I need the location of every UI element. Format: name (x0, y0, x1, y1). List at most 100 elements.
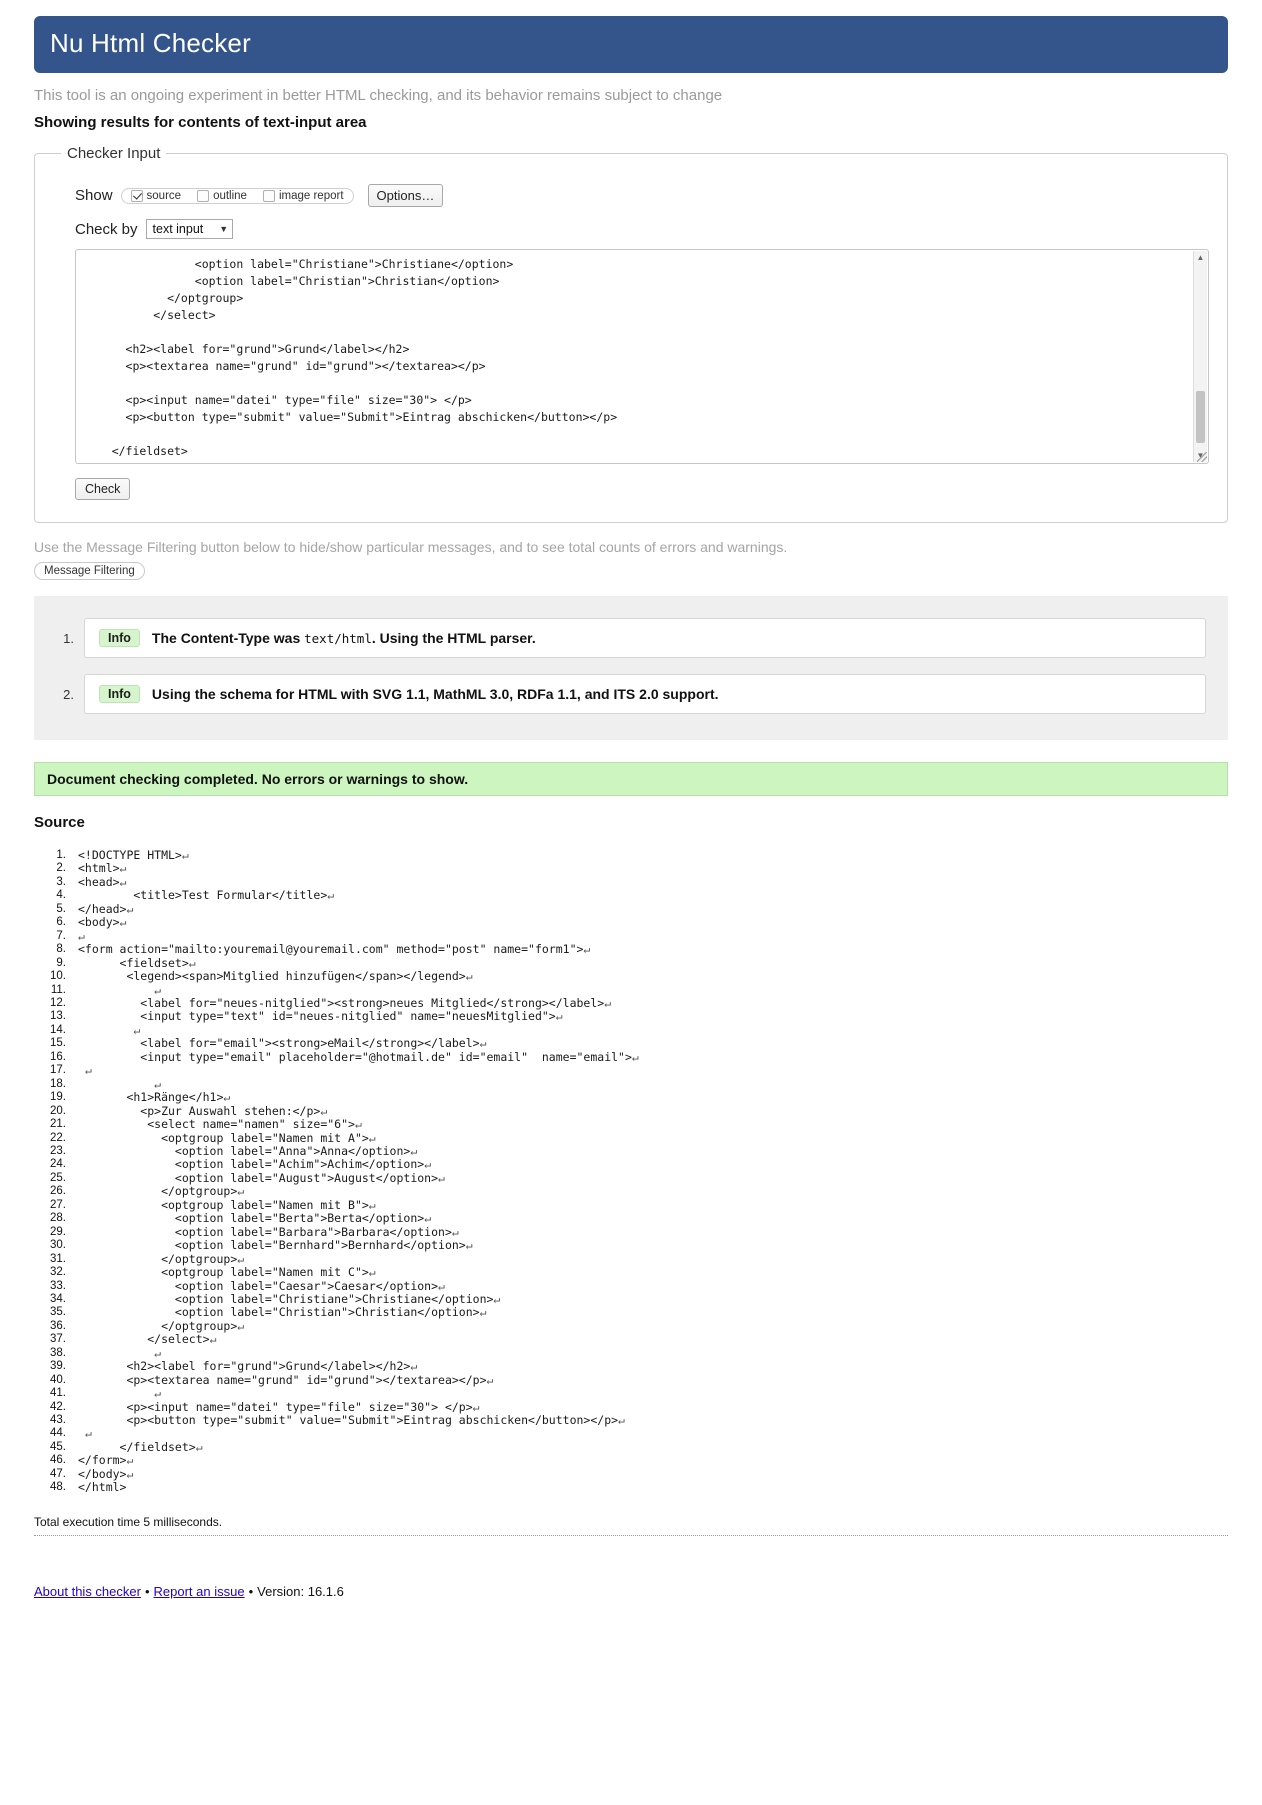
chevron-down-icon: ▼ (219, 224, 229, 234)
toggle-source[interactable]: source (130, 189, 181, 202)
source-line-number: 15. (50, 1037, 66, 1050)
carriage-return-icon: ↵ (119, 874, 127, 889)
source-line: 2. <html> ↵ (34, 861, 1228, 876)
checker-input-legend: Checker Input (67, 145, 161, 162)
source-line-number: 44. (50, 1427, 66, 1440)
message-box: Info Using the schema for HTML with SVG … (84, 674, 1206, 714)
source-textarea[interactable]: <option label="Christiane">Christiane</o… (76, 250, 1208, 463)
carriage-return-icon: ↵ (493, 1291, 501, 1306)
source-line-number: 27. (50, 1198, 66, 1211)
carriage-return-icon: ↵ (237, 1184, 245, 1199)
message-text: Using the schema for HTML with SVG 1.1, … (151, 686, 719, 702)
source-line-code: <p><input name="datei" type="file" size=… (78, 1399, 473, 1414)
completion-banner: Document checking completed. No errors o… (34, 762, 1228, 796)
source-line-code (78, 984, 154, 997)
carriage-return-icon: ↵ (181, 848, 189, 862)
source-line-number: 37. (50, 1333, 66, 1346)
textarea-scrollbar[interactable]: ▲ ▼ (1193, 251, 1207, 462)
check-by-row: Check by text input ▼ (75, 219, 1209, 239)
check-by-selected-value: text input (152, 222, 204, 236)
source-line-number: 33. (50, 1279, 66, 1292)
message-filtering-button[interactable]: Message Filtering (34, 562, 145, 580)
source-line-number: 9. (56, 956, 66, 969)
tagline: This tool is an ongoing experiment in be… (34, 87, 723, 104)
carriage-return-icon: ↵ (126, 1466, 134, 1481)
show-label: Show (75, 187, 113, 204)
message-filtering-wrapper: Message Filtering (34, 561, 1228, 580)
status-badge: Info (99, 629, 140, 647)
source-line-code: <select name="namen" size="6"> (78, 1117, 355, 1132)
messages-panel: 1. Info The Content-Type was text/html. … (34, 596, 1228, 740)
source-line-code: <form action="mailto:youremail@youremail… (78, 942, 584, 957)
checkbox-outline-icon[interactable] (197, 189, 210, 202)
source-line-code: </optgroup> (78, 1184, 238, 1199)
check-button-wrapper: Check (75, 478, 1209, 500)
source-line-code: <h2><label for="grund">Grund</label></h2… (78, 1359, 411, 1374)
source-line: 30. <option label="Bernhard">Bernhard</o… (34, 1238, 1228, 1253)
source-line-number: 23. (50, 1144, 66, 1157)
check-by-select[interactable]: text input ▼ (145, 219, 234, 239)
carriage-return-icon: ↵ (424, 1211, 432, 1226)
source-line-code (78, 1024, 133, 1037)
options-button[interactable]: Options… (367, 184, 444, 207)
carriage-return-icon: ↵ (223, 1090, 231, 1105)
source-line-number: 22. (50, 1131, 66, 1144)
source-line-number: 34. (50, 1292, 66, 1305)
source-line: 5. </head> ↵ (34, 902, 1228, 916)
toggle-outline[interactable]: outline (197, 189, 247, 202)
carriage-return-icon: ↵ (479, 1036, 487, 1051)
checkbox-image-report-icon[interactable] (262, 189, 275, 202)
source-line-code: </optgroup> (78, 1318, 238, 1333)
source-line: 25. <option label="August">August</optio… (34, 1171, 1228, 1185)
scrollbar-thumb[interactable] (1196, 391, 1205, 443)
resize-handle-icon[interactable] (1197, 452, 1207, 462)
source-line: 40. <p><textarea name="grund" id="grund"… (34, 1372, 1228, 1387)
check-button[interactable]: Check (75, 478, 131, 500)
source-line: 15. <label for="email"><strong>eMail</st… (34, 1036, 1228, 1051)
app-banner: Nu Html Checker (34, 16, 1228, 73)
source-textarea-wrapper[interactable]: <option label="Christiane">Christiane</o… (75, 249, 1209, 464)
about-this-checker-link[interactable]: About this checker (34, 1584, 141, 1599)
source-line-number: 5. (56, 902, 66, 915)
carriage-return-icon: ↵ (555, 1009, 563, 1024)
report-an-issue-link[interactable]: Report an issue (154, 1584, 245, 1599)
source-line: 1. <!DOCTYPE HTML> ↵ (34, 848, 1228, 862)
source-line: 32. <optgroup label="Namen mit C"> ↵ (34, 1265, 1228, 1279)
carriage-return-icon: ↵ (154, 1345, 162, 1360)
scroll-up-icon[interactable]: ▲ (1194, 251, 1207, 264)
source-section-title: Source (34, 814, 85, 831)
checkbox-source-icon[interactable] (130, 189, 143, 202)
source-line-code: <fieldset> (78, 955, 189, 970)
source-line-code: </body> (78, 1466, 127, 1481)
source-line: 22. <optgroup label="Namen mit A"> ↵ (34, 1131, 1228, 1145)
carriage-return-icon: ↵ (424, 1157, 432, 1172)
message-code: text/html (304, 631, 372, 646)
source-line-number: 38. (50, 1346, 66, 1359)
source-line: 34. <option label="Christiane">Christian… (34, 1291, 1228, 1306)
source-line-number: 14. (50, 1023, 66, 1036)
source-line-code: <option label="Achim">Achim</option> (78, 1157, 425, 1172)
source-line: 39. <h2><label for="grund">Grund</label>… (34, 1359, 1228, 1374)
source-line: 13. <input type="text" id="neues-nitglie… (34, 1009, 1228, 1024)
execution-time: Total execution time 5 milliseconds. (34, 1514, 223, 1529)
source-line: 17. ↵ (34, 1063, 1228, 1078)
source-line-code: <input type="email" placeholder="@hotmai… (78, 1049, 632, 1064)
source-line-number: 28. (50, 1212, 66, 1225)
source-line-code: <option label="Caesar">Caesar</option> (78, 1278, 439, 1293)
carriage-return-icon: ↵ (84, 1063, 92, 1078)
carriage-return-icon: ↵ (126, 1453, 134, 1468)
carriage-return-icon: ↵ (154, 1076, 162, 1091)
source-line-code: <html> (78, 861, 120, 876)
source-line-number: 48. (50, 1481, 66, 1494)
source-line-code: <p><textarea name="grund" id="grund"></t… (78, 1372, 487, 1387)
toggle-image-report[interactable]: image report (262, 189, 344, 202)
source-line-code: <option label="Bernhard">Bernhard</optio… (78, 1238, 466, 1253)
carriage-return-icon: ↵ (465, 969, 473, 984)
source-line: 29. <option label="Barbara">Barbara</opt… (34, 1225, 1228, 1239)
source-line-code (78, 1078, 154, 1091)
source-line: 45. </fieldset> ↵ (34, 1440, 1228, 1454)
source-line-code: <option label="Christiane">Christiane</o… (78, 1291, 494, 1306)
message-box: Info The Content-Type was text/html. Usi… (84, 618, 1206, 658)
show-toggle-group: source outline image report (120, 187, 354, 204)
source-line-number: 16. (50, 1050, 66, 1063)
